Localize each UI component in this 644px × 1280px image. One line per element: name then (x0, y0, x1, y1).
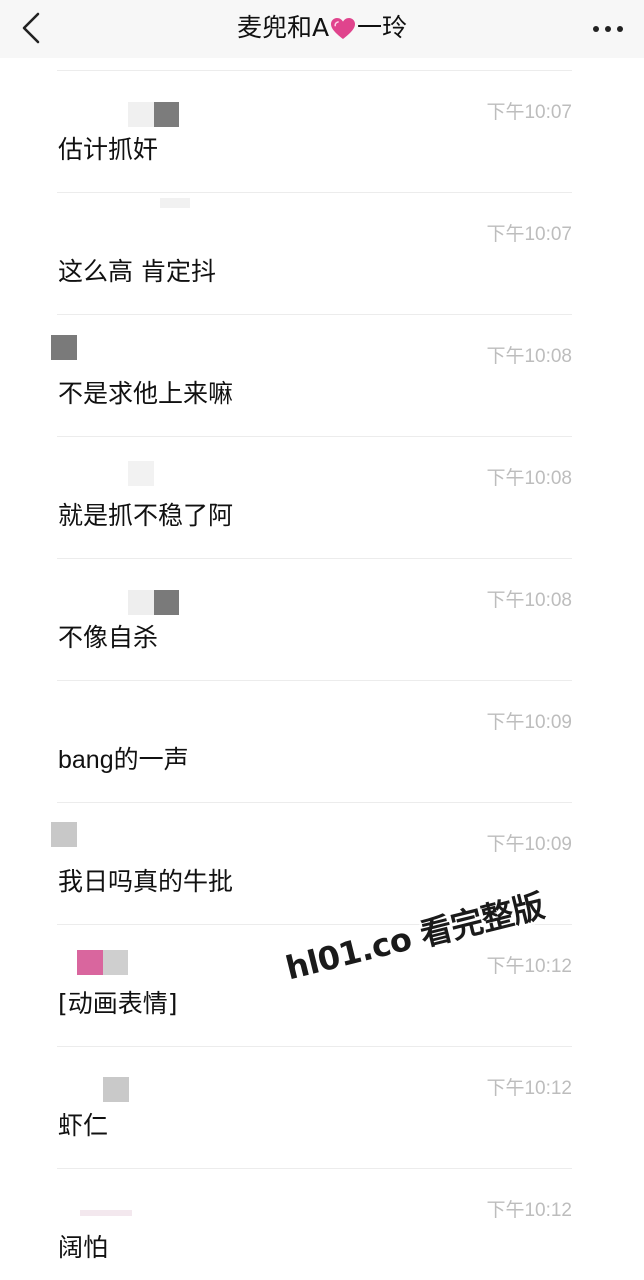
blurred-avatar (51, 822, 77, 847)
message-text: 不像自杀 (58, 623, 159, 652)
message-time: 下午10:08 (486, 590, 572, 611)
message-text: [动画表情] (58, 989, 178, 1018)
message-time: 下午10:12 (486, 956, 572, 977)
message-text: 就是抓不稳了阿 (58, 501, 234, 530)
message-text: 我日吗真的牛批 (58, 867, 234, 896)
more-options-button[interactable] (584, 10, 634, 46)
blurred-sender-name (80, 1210, 132, 1216)
back-button[interactable] (14, 8, 54, 48)
divider (57, 1168, 572, 1169)
message-text: 估计抓奸 (58, 135, 159, 164)
divider (57, 436, 572, 437)
blurred-sender-name (128, 590, 154, 615)
divider (57, 70, 572, 71)
page-title: 麦兜和A 一玲 (0, 0, 644, 58)
message-time: 下午10:09 (486, 834, 572, 855)
divider (57, 558, 572, 559)
blurred-avatar (51, 335, 77, 360)
blurred-avatar (103, 1077, 129, 1102)
blurred-avatar (154, 102, 179, 127)
blurred-avatar (154, 590, 179, 615)
message-text: bang的一声 (58, 746, 189, 774)
title-prefix: 麦兜和A (236, 13, 330, 42)
message-time: 下午10:07 (486, 102, 572, 123)
message-time: 下午10:12 (486, 1200, 572, 1221)
heart-icon (330, 5, 356, 61)
message-text: 虾仁 (58, 1111, 109, 1140)
divider (57, 192, 572, 193)
divider (57, 1046, 572, 1047)
top-bar: 麦兜和A 一玲 (0, 0, 644, 58)
divider (57, 802, 572, 803)
message-time: 下午10:09 (486, 712, 572, 733)
blurred-avatar (77, 950, 103, 975)
message-time: 下午10:08 (486, 468, 572, 489)
blurred-sender-name (128, 102, 154, 127)
blurred-sender-name (128, 461, 154, 486)
divider (57, 680, 572, 681)
chevron-left-icon (22, 12, 40, 44)
message-time: 下午10:12 (486, 1078, 572, 1099)
blurred-sender-name (103, 950, 128, 975)
divider (57, 314, 572, 315)
more-dots-icon (593, 26, 599, 32)
message-text: 阔怕 (58, 1233, 109, 1262)
title-suffix: 一玲 (357, 13, 408, 42)
blurred-sender-name (160, 198, 190, 208)
message-time: 下午10:07 (486, 224, 572, 245)
message-text: 这么高 肯定抖 (58, 257, 216, 286)
message-text: 不是求他上来嘛 (58, 379, 234, 408)
message-time: 下午10:08 (486, 346, 572, 367)
